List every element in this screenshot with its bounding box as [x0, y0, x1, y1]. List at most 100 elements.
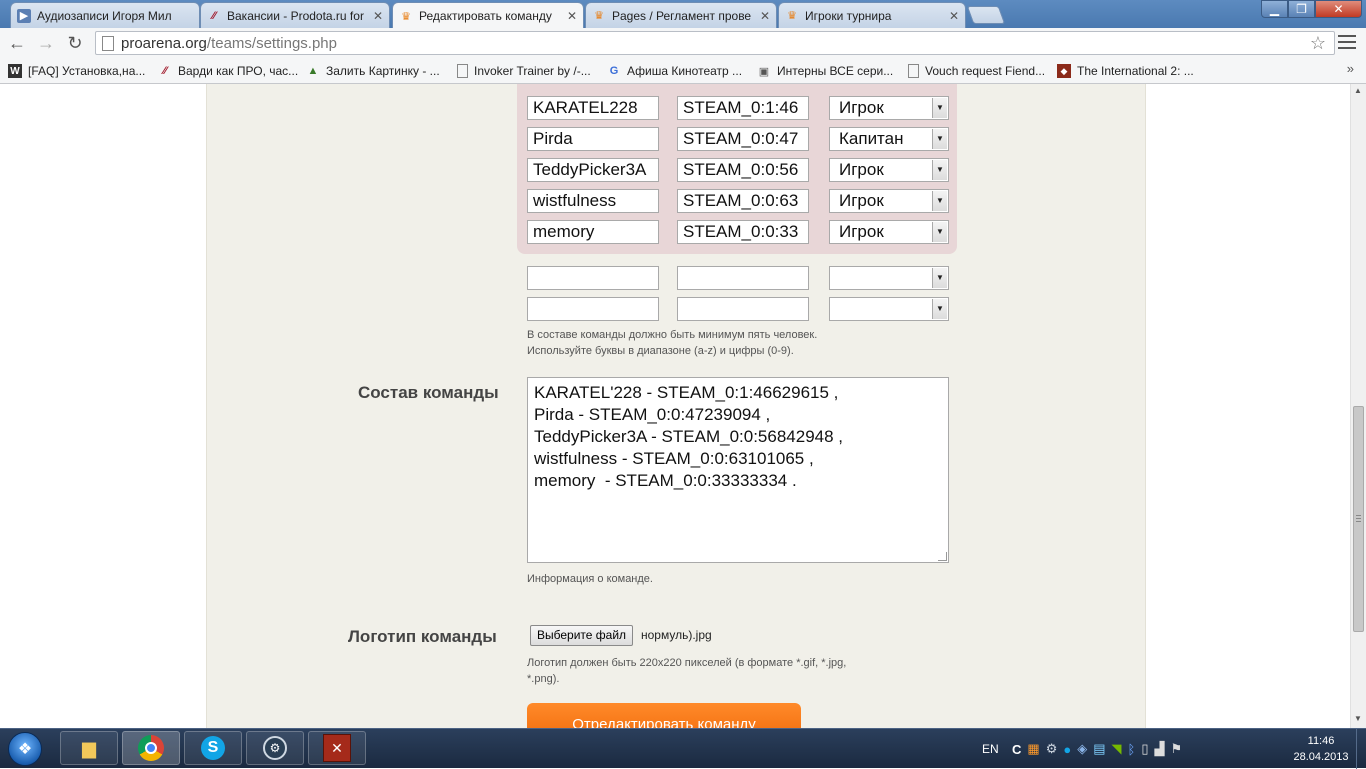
- bookmark-item[interactable]: ◆ The International 2: ...: [1057, 62, 1194, 80]
- bookmark-item[interactable]: W [FAQ] Установка,на...: [8, 62, 145, 80]
- choose-file-button[interactable]: Выберите файл: [530, 625, 634, 646]
- bookmark-item[interactable]: G Афиша Кинотеатр ...: [607, 62, 742, 80]
- member-steam-input[interactable]: STEAM_0:0:63: [677, 189, 809, 213]
- page-icon: [457, 64, 468, 78]
- signal-icon[interactable]: ▟: [1154, 741, 1170, 757]
- forward-button[interactable]: →: [34, 32, 58, 54]
- resize-handle-icon[interactable]: [938, 552, 947, 561]
- edit-team-submit-button[interactable]: Отредактировать команду: [527, 703, 801, 728]
- close-icon[interactable]: ✕: [949, 9, 959, 23]
- member-nick-input[interactable]: Pirda: [527, 127, 659, 151]
- tray-network-icon[interactable]: ▤: [1093, 741, 1111, 757]
- tab-pages[interactable]: ♛ Pages / Регламент прове ✕: [585, 2, 777, 28]
- tray-c-icon[interactable]: C: [1012, 742, 1027, 757]
- play-icon: ▶: [17, 8, 31, 23]
- page-icon: [908, 64, 919, 78]
- tray-steam-icon[interactable]: ⚙: [1046, 741, 1064, 757]
- close-icon[interactable]: ✕: [760, 9, 770, 23]
- back-button[interactable]: ←: [5, 32, 29, 54]
- reload-button[interactable]: ↻: [63, 32, 87, 54]
- taskbar-skype[interactable]: S: [184, 731, 242, 765]
- tab-title: Вакансии - Prodota.ru for: [227, 8, 364, 23]
- member-steam-input[interactable]: [677, 266, 809, 290]
- member-nick-input[interactable]: wistfulness: [527, 189, 659, 213]
- battery-icon[interactable]: ▯: [1141, 741, 1154, 757]
- chevron-down-icon: ▼: [932, 191, 947, 211]
- video-icon: ▣: [758, 65, 770, 78]
- member-nick-input[interactable]: memory: [527, 220, 659, 244]
- bookmark-item[interactable]: ▲ Залить Картинку - ...: [306, 62, 440, 80]
- show-desktop-button[interactable]: [1356, 729, 1366, 769]
- member-role-select[interactable]: Капитан ▼: [829, 127, 949, 151]
- close-icon[interactable]: ✕: [567, 9, 577, 23]
- logo-hint-size: Логотип должен быть 220x220 пикселей (в …: [527, 657, 847, 669]
- tab-players[interactable]: ♛ Игроки турнира ✕: [778, 2, 966, 28]
- maximize-button[interactable]: ❐: [1288, 0, 1315, 18]
- roster-textarea[interactable]: KARATEL'228 - STEAM_0:1:46629615 , Pirda…: [527, 377, 949, 563]
- tray-network-app-icon[interactable]: ◈: [1077, 741, 1093, 757]
- crown-icon: ♛: [594, 10, 604, 22]
- member-steam-input[interactable]: STEAM_0:0:47: [677, 127, 809, 151]
- scrollbar-thumb[interactable]: [1353, 406, 1364, 632]
- new-tab-button[interactable]: [966, 6, 1006, 24]
- member-nick-input[interactable]: KARATEL228: [527, 96, 659, 120]
- member-role-select[interactable]: ▼: [829, 266, 949, 290]
- taskbar-steam[interactable]: ⚙: [246, 731, 304, 765]
- chevron-down-icon: ▼: [932, 222, 947, 242]
- tab-strip: ▶ Аудиозаписи Игоря Мил ⁄⁄ Вакансии - Pr…: [0, 0, 1366, 29]
- tab-audio[interactable]: ▶ Аудиозаписи Игоря Мил: [10, 2, 200, 28]
- start-button[interactable]: ❖: [3, 730, 47, 768]
- scroll-down-icon[interactable]: ▼: [1354, 714, 1362, 723]
- menu-icon[interactable]: [1338, 33, 1356, 51]
- logo-label: Логотип команды: [348, 627, 497, 646]
- address-bar[interactable]: proarena.org/teams/settings.php ☆: [95, 31, 1335, 55]
- taskbar-dota[interactable]: ✕: [308, 731, 366, 765]
- member-steam-input[interactable]: STEAM_0:0:33: [677, 220, 809, 244]
- member-role-select[interactable]: ▼: [829, 297, 949, 321]
- bookmark-item[interactable]: Invoker Trainer by /-...: [457, 62, 591, 80]
- member-role-select[interactable]: Игрок ▼: [829, 220, 949, 244]
- minimize-button[interactable]: ▁: [1261, 0, 1288, 18]
- member-role-select[interactable]: Игрок ▼: [829, 96, 949, 120]
- bookmark-item[interactable]: Vouch request Fiend...: [908, 62, 1045, 80]
- flag-icon[interactable]: ⚑: [1170, 741, 1188, 757]
- system-clock[interactable]: 11:46 28.04.2013: [1290, 733, 1352, 765]
- tray-skype-icon[interactable]: ●: [1063, 742, 1077, 757]
- prodota-icon: ⁄⁄: [212, 9, 216, 22]
- chevron-down-icon: ▼: [932, 129, 947, 149]
- tab-edit-team[interactable]: ♛ Редактировать команду ✕: [392, 2, 584, 29]
- roster-hint: Информация о команде.: [527, 573, 653, 585]
- tray-nvidia-icon[interactable]: ◥: [1112, 741, 1128, 757]
- member-nick-input[interactable]: [527, 266, 659, 290]
- close-window-button[interactable]: ✕: [1315, 0, 1362, 18]
- member-steam-input[interactable]: STEAM_0:0:56: [677, 158, 809, 182]
- tab-title: Pages / Регламент прове: [612, 8, 752, 23]
- tab-prodota[interactable]: ⁄⁄ Вакансии - Prodota.ru for ✕: [200, 2, 390, 28]
- chevron-down-icon: ▼: [932, 299, 947, 319]
- member-role-select[interactable]: Игрок ▼: [829, 189, 949, 213]
- tray-app-icon[interactable]: ▦: [1027, 741, 1045, 757]
- page-scrollbar[interactable]: ▲ ▼: [1350, 84, 1366, 728]
- dota-icon: ◆: [1057, 64, 1071, 78]
- chevron-down-icon: ▼: [932, 160, 947, 180]
- bluetooth-icon[interactable]: ᛒ: [1128, 742, 1142, 757]
- windows-taskbar: ❖ ▆ S ⚙ ✕ EN C ▦ ⚙ ● ◈ ▤ ◥ ᛒ ▯ ▟ ⚑ 11:46…: [0, 728, 1366, 769]
- bookmark-item[interactable]: ⁄⁄ Варди как ПРО, час...: [158, 62, 298, 80]
- taskbar-chrome[interactable]: [122, 731, 180, 765]
- member-steam-input[interactable]: [677, 297, 809, 321]
- scroll-up-icon[interactable]: ▲: [1354, 86, 1362, 95]
- bookmark-star-icon[interactable]: ☆: [1310, 33, 1326, 54]
- google-icon: G: [609, 65, 619, 77]
- bookmarks-more-button[interactable]: »: [1347, 61, 1354, 76]
- taskbar-explorer[interactable]: ▆: [60, 731, 118, 765]
- chevron-down-icon: ▼: [932, 98, 947, 118]
- member-nick-input[interactable]: [527, 297, 659, 321]
- bookmark-item[interactable]: ▣ Интерны ВСЕ сери...: [757, 62, 893, 80]
- close-icon[interactable]: ✕: [373, 9, 383, 23]
- member-steam-input[interactable]: STEAM_0:1:46: [677, 96, 809, 120]
- member-nick-input[interactable]: TeddyPicker3A: [527, 158, 659, 182]
- skype-icon: S: [201, 736, 225, 760]
- language-indicator[interactable]: EN: [982, 729, 999, 769]
- member-role-select[interactable]: Игрок ▼: [829, 158, 949, 182]
- system-tray: C ▦ ⚙ ● ◈ ▤ ◥ ᛒ ▯ ▟ ⚑: [1012, 729, 1188, 769]
